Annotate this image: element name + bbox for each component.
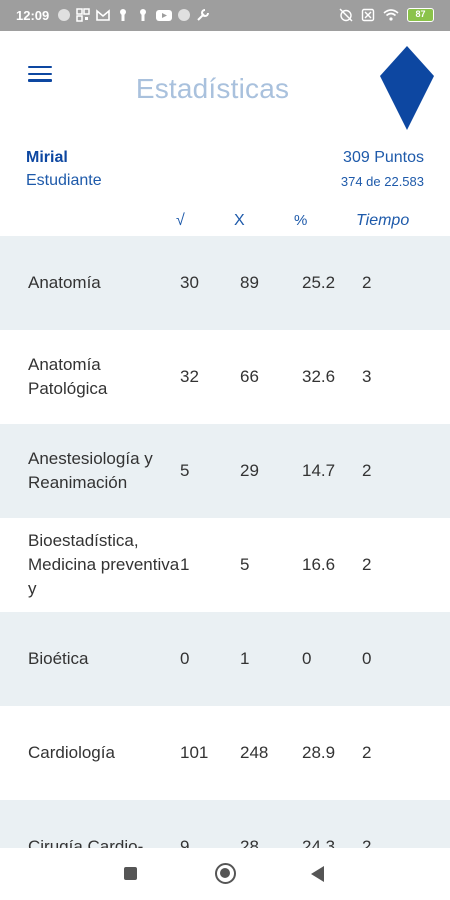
page-title: Estadísticas xyxy=(135,73,290,104)
row-time: 2 xyxy=(362,837,372,848)
row-wrong: 29 xyxy=(240,461,259,480)
tool-icon xyxy=(140,9,146,21)
row-wrong: 28 xyxy=(240,837,259,848)
status-left-icons xyxy=(58,8,210,22)
row-percent: 28.9 xyxy=(302,743,336,762)
table-row[interactable]: Anatomía Patológica 32 66 32.6 3 xyxy=(0,330,450,424)
status-bar: 12:09 87 xyxy=(0,0,450,31)
row-subject: Anatomía Patológica xyxy=(28,355,108,398)
row-time: 2 xyxy=(362,461,372,480)
notification-dot-icon xyxy=(58,9,70,21)
header-time: Tiempo xyxy=(356,212,410,229)
row-subject: Bioestadística, Medicina preventiva y xyxy=(28,531,180,598)
recents-square-icon[interactable] xyxy=(124,867,137,880)
row-time: 3 xyxy=(362,367,372,386)
diamond-logo-icon xyxy=(380,46,434,130)
row-percent: 25.2 xyxy=(302,273,336,292)
row-correct: 9 xyxy=(180,837,190,848)
status-right-icons: 87 xyxy=(339,8,434,22)
row-subject: Anatomía xyxy=(28,273,101,292)
row-subject: Cirugía Cardio- xyxy=(28,837,144,848)
row-percent: 0 xyxy=(302,649,312,668)
table-row[interactable]: Cirugía Cardio- 9 28 24.3 2 xyxy=(0,800,450,848)
wrench-icon xyxy=(197,9,209,21)
row-percent: 14.7 xyxy=(302,461,336,480)
row-time: 2 xyxy=(362,555,372,574)
row-percent: 32.6 xyxy=(302,367,336,386)
header-percent: % xyxy=(294,212,308,229)
row-time: 2 xyxy=(362,273,372,292)
status-time: 12:09 xyxy=(16,8,50,23)
row-percent: 16.6 xyxy=(302,555,336,574)
youtube-icon xyxy=(156,10,172,21)
row-time: 2 xyxy=(362,743,372,762)
gmail-icon xyxy=(96,9,110,21)
user-rank: 374 de 22.583 xyxy=(340,174,424,189)
row-correct: 0 xyxy=(180,649,190,668)
profile-summary: Mirial Estudiante 309 Puntos 374 de 22.5… xyxy=(0,146,450,196)
row-wrong: 66 xyxy=(240,367,259,386)
row-wrong: 89 xyxy=(240,273,259,292)
row-correct: 30 xyxy=(180,273,199,292)
notification-dot-icon xyxy=(178,9,190,21)
user-name: Mirial xyxy=(26,149,68,166)
home-circle-icon[interactable] xyxy=(215,863,236,884)
stats-table[interactable]: Anatomía 30 89 25.2 2 Anatomía Patológic… xyxy=(0,236,450,848)
table-row[interactable]: Bioética 0 1 0 0 xyxy=(0,612,450,706)
row-wrong: 5 xyxy=(240,555,250,574)
qr-icon xyxy=(76,8,90,22)
row-wrong: 1 xyxy=(240,649,250,668)
table-row[interactable]: Anatomía 30 89 25.2 2 xyxy=(0,236,450,330)
row-subject: Bioética xyxy=(28,649,89,668)
header-correct: √ xyxy=(176,212,185,229)
row-subject: Cardiología xyxy=(28,743,115,762)
tool-icon xyxy=(120,9,126,21)
row-correct: 5 xyxy=(180,461,190,480)
table-row[interactable]: Bioestadística, Medicina preventiva y 1 … xyxy=(0,518,450,612)
sim-off-icon xyxy=(361,8,375,22)
row-correct: 32 xyxy=(180,367,199,386)
row-time: 0 xyxy=(362,649,372,668)
alarm-off-icon xyxy=(339,8,353,22)
user-points: 309 Puntos xyxy=(343,149,424,166)
row-correct: 1 xyxy=(180,555,190,574)
table-row[interactable]: Anestesiología y Reanimación 5 29 14.7 2 xyxy=(0,424,450,518)
back-triangle-icon[interactable] xyxy=(311,866,324,882)
system-nav-bar xyxy=(0,848,450,900)
row-subject: Anestesiología y Reanimación xyxy=(28,449,153,492)
row-percent: 24.3 xyxy=(302,837,336,848)
table-header: √ X % Tiempo xyxy=(0,208,450,236)
row-correct: 101 xyxy=(180,743,209,762)
user-role: Estudiante xyxy=(26,172,102,189)
row-wrong: 248 xyxy=(240,743,269,762)
header-wrong: X xyxy=(234,212,245,229)
table-row[interactable]: Cardiología 101 248 28.9 2 xyxy=(0,706,450,800)
wifi-icon xyxy=(383,9,399,21)
battery-icon: 87 xyxy=(407,8,434,22)
